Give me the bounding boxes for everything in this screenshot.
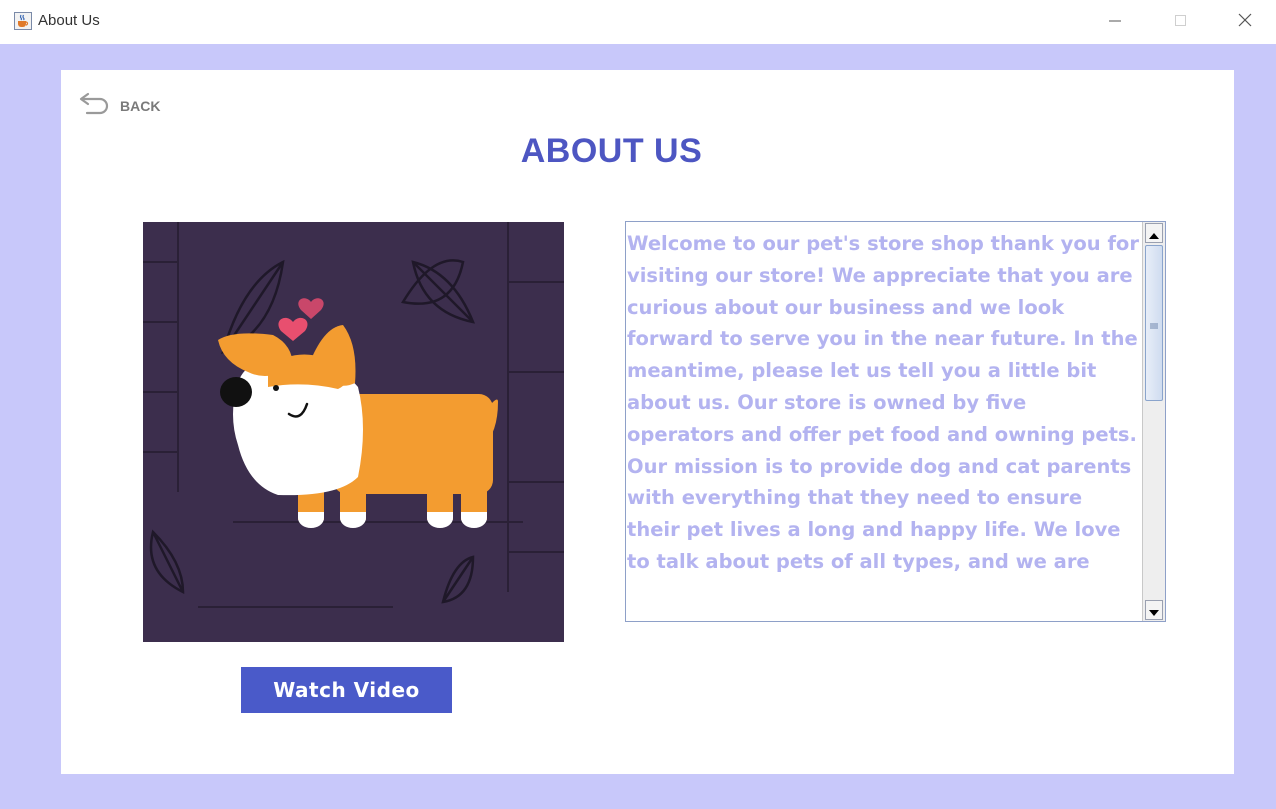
- scroll-up-button[interactable]: [1145, 223, 1163, 243]
- window-title: About Us: [38, 12, 100, 29]
- corgi-dog-illustration: [143, 222, 564, 642]
- scrollbar-thumb[interactable]: [1145, 245, 1163, 401]
- about-panel: BACK ABOUT US Watch Video Welcome to our…: [61, 70, 1234, 774]
- maximize-button[interactable]: [1166, 8, 1196, 36]
- minimize-icon: [1108, 13, 1122, 32]
- vertical-scrollbar[interactable]: [1142, 222, 1165, 621]
- window-content: BACK ABOUT US Watch Video Welcome to our…: [0, 44, 1276, 809]
- maximize-icon: [1174, 13, 1188, 32]
- page-title: ABOUT US: [520, 132, 703, 170]
- window-titlebar: About Us: [0, 0, 1276, 44]
- return-arrow-icon: [78, 89, 112, 123]
- scroll-down-button[interactable]: [1145, 600, 1163, 620]
- about-text: Welcome to our pet's store shop thank yo…: [627, 232, 1139, 573]
- java-cup-icon: [14, 12, 32, 30]
- arrow-down-icon: [1149, 601, 1159, 620]
- close-icon: [1237, 12, 1253, 32]
- grip-icon: [1150, 314, 1158, 333]
- about-text-area[interactable]: Welcome to our pet's store shop thank yo…: [625, 221, 1166, 622]
- back-label: BACK: [120, 98, 161, 114]
- back-button[interactable]: BACK: [78, 90, 178, 122]
- arrow-up-icon: [1149, 224, 1159, 243]
- close-button[interactable]: [1230, 8, 1260, 36]
- watch-video-button[interactable]: Watch Video: [241, 667, 452, 713]
- minimize-button[interactable]: [1100, 8, 1130, 36]
